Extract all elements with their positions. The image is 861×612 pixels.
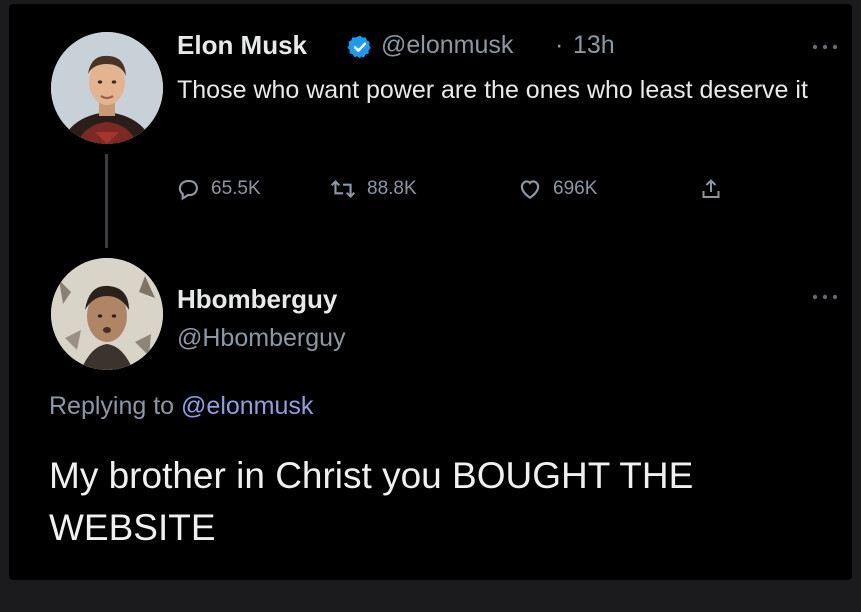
- hbomberguy-avatar-image: [51, 258, 163, 370]
- reply-action-button[interactable]: 65.5K: [175, 174, 261, 204]
- thread-connector-line: [105, 154, 108, 248]
- like-count: 696K: [553, 178, 598, 199]
- reply-icon: [178, 180, 198, 201]
- reply-more-options-icon[interactable]: [809, 290, 841, 302]
- heart-icon: [520, 180, 540, 199]
- retweet-icon: [330, 179, 356, 199]
- like-action-button[interactable]: 696K: [517, 174, 597, 204]
- replying-to-mention-link[interactable]: @elonmusk: [181, 392, 313, 420]
- screenshot-frame: Elon Musk @elonmusk · 13h Those who want…: [9, 4, 852, 580]
- tweet-author-handle[interactable]: @elonmusk: [381, 31, 513, 60]
- reply-author-handle[interactable]: @Hbomberguy: [177, 324, 346, 353]
- elon-avatar-image: [51, 32, 163, 144]
- retweet-count: 88.8K: [367, 178, 417, 199]
- hbomberguy-avatar[interactable]: [51, 258, 163, 370]
- replying-to-prefix: Replying to: [49, 392, 175, 420]
- elon-avatar[interactable]: [51, 32, 163, 144]
- tweet-timestamp[interactable]: 13h: [573, 31, 615, 60]
- tweet-time-separator: ·: [555, 31, 564, 59]
- tweet-text: Those who want power are the ones who le…: [177, 76, 808, 104]
- replying-to-line: Replying to @elonmusk: [49, 392, 313, 421]
- reply-author-name[interactable]: Hbomberguy: [177, 284, 337, 315]
- reply-text: My brother in Christ you BOUGHT THE WEBS…: [49, 455, 694, 548]
- verified-badge-icon: [347, 34, 373, 60]
- share-icon: [702, 179, 720, 198]
- tweet-author-name[interactable]: Elon Musk: [177, 30, 307, 61]
- tweet-more-options-icon[interactable]: [809, 40, 841, 52]
- share-action-button[interactable]: [699, 174, 733, 204]
- retweet-action-button[interactable]: 88.8K: [329, 174, 417, 204]
- reply-count: 65.5K: [211, 178, 261, 199]
